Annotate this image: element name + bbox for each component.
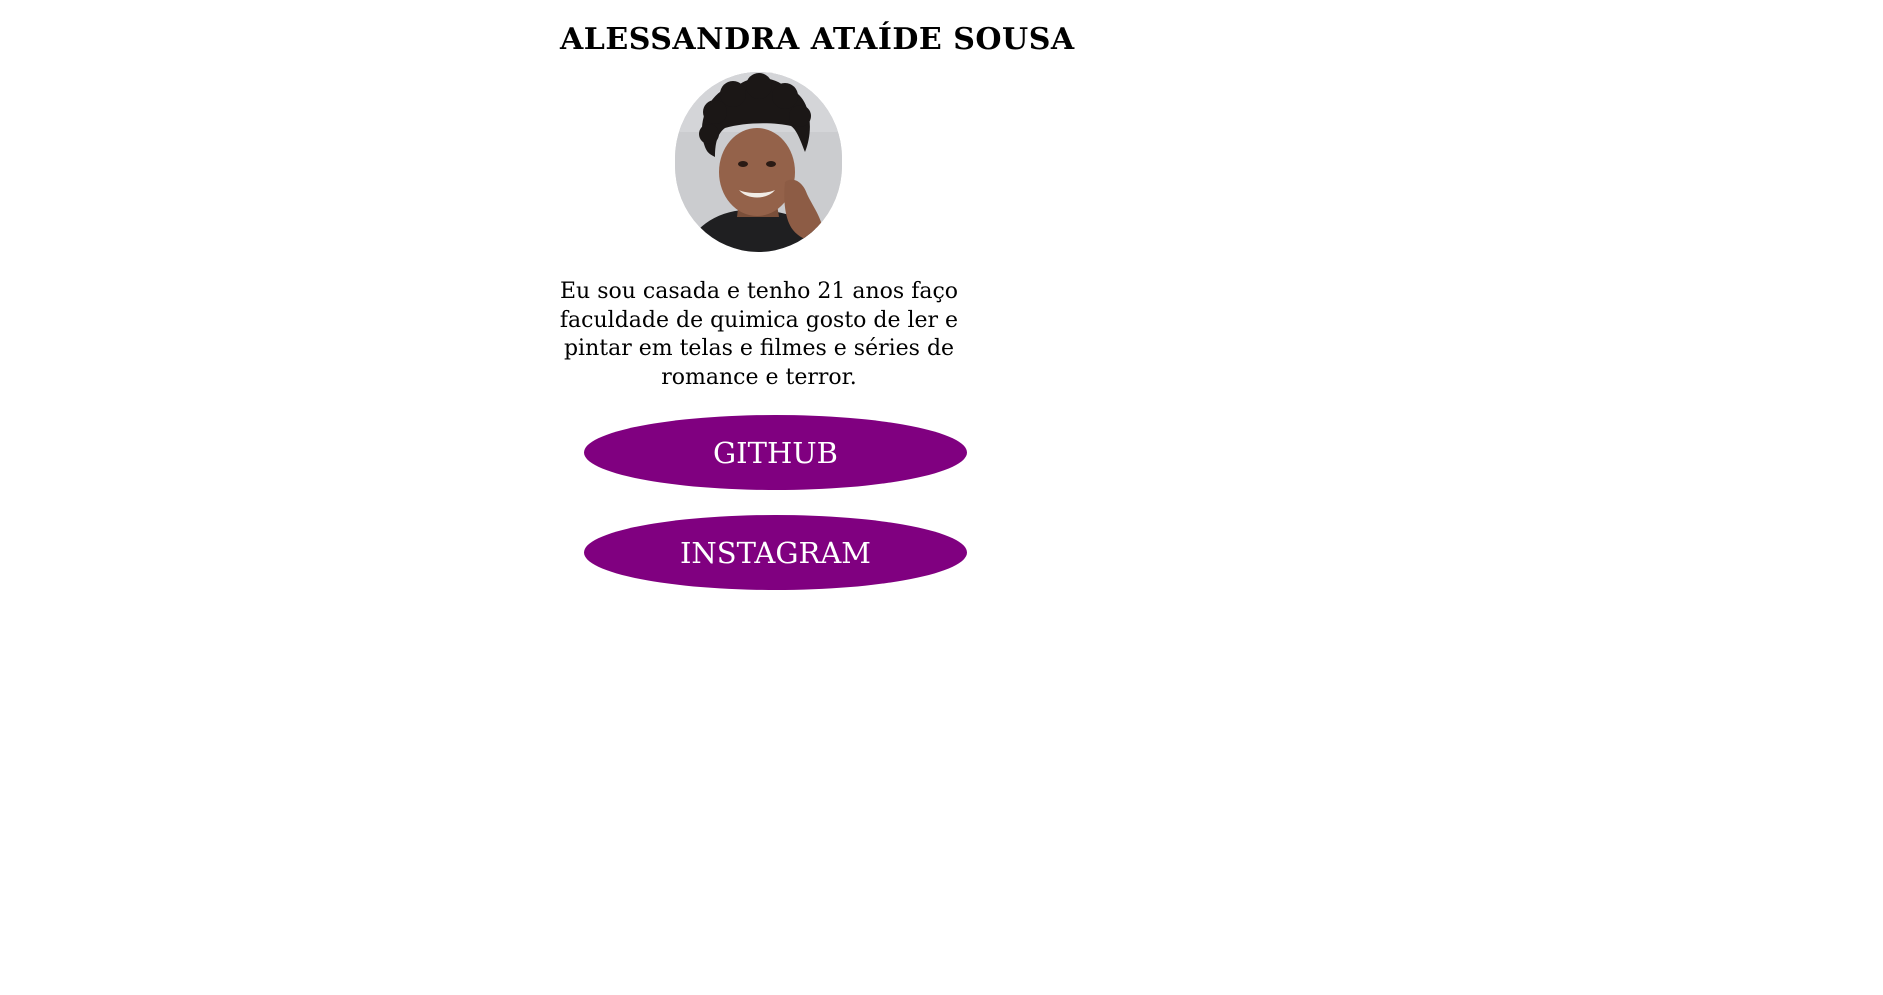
profile-bio: Eu sou casada e tenho 21 anos faço facul… — [559, 279, 959, 390]
profile-name: ALESSANDRA ATAÍDE SOUSA — [560, 22, 1075, 57]
instagram-button[interactable]: INSTAGRAM — [584, 515, 967, 590]
profile-photo — [675, 72, 842, 252]
profile-page: ALESSANDRA ATAÍDE SOUSA Eu sou casada e … — [0, 0, 1883, 995]
person-portrait-icon — [675, 72, 842, 252]
github-button[interactable]: GITHUB — [584, 415, 967, 490]
